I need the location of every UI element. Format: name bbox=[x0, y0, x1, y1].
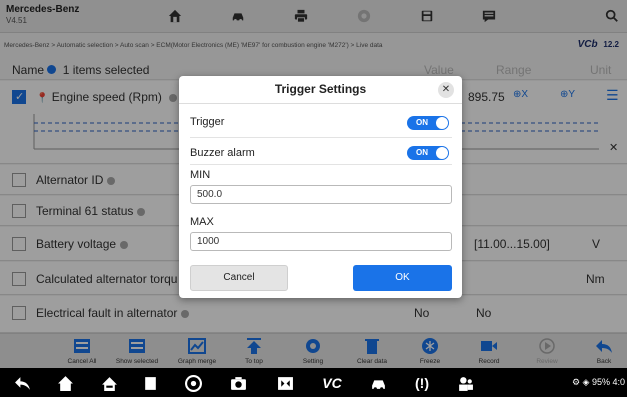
home-nav-icon[interactable] bbox=[55, 374, 75, 392]
system-status: ⚙ ◈ 95% 4:0 bbox=[572, 377, 625, 388]
system-nav-bar: VC (!) ⚙ ◈ 95% 4:0 bbox=[0, 368, 627, 397]
car-nav-icon[interactable] bbox=[368, 374, 388, 392]
vci-nav-icon[interactable]: VC bbox=[322, 374, 342, 392]
max-label: MAX bbox=[190, 216, 214, 228]
buzzer-toggle-state: ON bbox=[416, 148, 428, 157]
wifi-icon: ⚙ ◈ bbox=[571, 377, 590, 387]
toggle-knob bbox=[436, 117, 448, 129]
close-icon[interactable]: ✕ bbox=[438, 82, 454, 98]
recent-apps-icon[interactable] bbox=[140, 374, 160, 392]
back-arrow-icon[interactable] bbox=[12, 374, 32, 392]
clock: 4:0 bbox=[612, 377, 625, 387]
toggle-knob bbox=[436, 147, 448, 159]
trigger-label: Trigger bbox=[190, 116, 225, 128]
cancel-button[interactable]: Cancel bbox=[190, 265, 288, 291]
chrome-icon[interactable] bbox=[183, 374, 203, 392]
autel-home-icon[interactable] bbox=[99, 374, 119, 392]
warning-nav-icon[interactable]: (!) bbox=[412, 374, 432, 392]
screen-capture-icon[interactable] bbox=[275, 374, 295, 392]
app-screen: Mercedes-Benz V4.51 Mercedes-Benz > Auto… bbox=[0, 0, 627, 397]
trigger-settings-dialog: Trigger Settings ✕ Trigger ON Buzzer ala… bbox=[179, 76, 462, 298]
buzzer-toggle[interactable]: ON bbox=[407, 146, 449, 160]
min-label: MIN bbox=[190, 169, 211, 181]
trigger-toggle-state: ON bbox=[416, 118, 428, 127]
camera-icon[interactable] bbox=[228, 374, 248, 392]
divider bbox=[190, 164, 452, 165]
max-input[interactable] bbox=[190, 232, 452, 251]
divider bbox=[179, 103, 462, 104]
divider bbox=[190, 137, 452, 138]
battery-percent: 95% bbox=[591, 377, 610, 387]
dialog-title: Trigger Settings bbox=[274, 82, 367, 96]
trigger-toggle[interactable]: ON bbox=[407, 116, 449, 130]
users-nav-icon[interactable] bbox=[455, 374, 475, 392]
buzzer-label: Buzzer alarm bbox=[190, 147, 255, 159]
min-input[interactable] bbox=[190, 185, 452, 204]
ok-button[interactable]: OK bbox=[353, 265, 452, 291]
